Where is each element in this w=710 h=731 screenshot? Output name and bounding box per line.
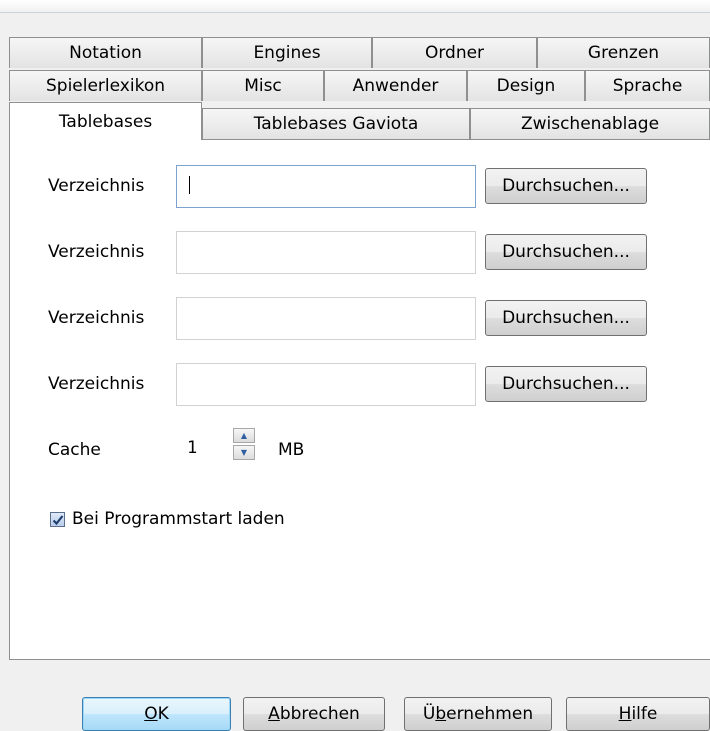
tab-anwender[interactable]: Anwender	[324, 70, 467, 101]
ok-button[interactable]: OK	[82, 697, 231, 731]
tab-sprache[interactable]: Sprache	[585, 70, 710, 101]
browse-button-4[interactable]: Durchsuchen...	[485, 366, 647, 402]
tab-design[interactable]: Design	[467, 70, 585, 101]
directory-input-4[interactable]	[176, 363, 476, 406]
tab-tablebases-gaviota[interactable]: Tablebases Gaviota	[202, 108, 470, 139]
apply-accelerator: b	[435, 704, 447, 724]
browse-button-2[interactable]: Durchsuchen...	[485, 234, 647, 270]
tab-spielerlexikon[interactable]: Spielerlexikon	[9, 70, 202, 101]
browse-button-1[interactable]: Durchsuchen...	[485, 168, 647, 204]
text-caret	[189, 176, 190, 194]
browse-button-3[interactable]: Durchsuchen...	[485, 300, 647, 336]
window-top-edge	[0, 0, 710, 13]
load-on-start-checkbox[interactable]	[50, 512, 65, 527]
apply-pre: Ü	[422, 704, 436, 724]
cache-value[interactable]: 1	[187, 438, 197, 458]
help-accelerator: H	[618, 704, 632, 724]
ok-accelerator: O	[144, 704, 158, 724]
apply-post: ernehmen	[446, 704, 534, 724]
tab-misc[interactable]: Misc	[202, 70, 324, 101]
directory-input-2[interactable]	[176, 231, 476, 274]
tab-notation[interactable]: Notation	[9, 37, 202, 68]
directory-label-1: Verzeichnis	[48, 176, 145, 196]
directory-input-3[interactable]	[176, 297, 476, 340]
directory-input-1[interactable]	[176, 165, 476, 208]
load-on-start-label[interactable]: Bei Programmstart laden	[72, 509, 285, 529]
tab-zwischenablage[interactable]: Zwischenablage	[470, 108, 710, 139]
help-post: ilfe	[631, 704, 658, 724]
cancel-accelerator: A	[268, 704, 280, 724]
tab-ordner[interactable]: Ordner	[372, 37, 537, 68]
tab-engines[interactable]: Engines	[202, 37, 372, 68]
apply-button[interactable]: Üb ernehmen	[404, 697, 552, 731]
spin-down-button[interactable]: ▼	[233, 445, 255, 460]
cache-unit: MB	[278, 440, 305, 460]
tab-grenzen[interactable]: Grenzen	[537, 37, 710, 68]
tab-tablebases[interactable]: Tablebases	[9, 102, 202, 140]
tablebases-panel: Verzeichnis Durchsuchen... Verzeichnis D…	[9, 139, 710, 660]
cache-label: Cache	[48, 440, 101, 460]
arrow-down-icon: ▼	[240, 448, 248, 457]
checkmark-icon	[52, 514, 63, 525]
directory-label-3: Verzeichnis	[48, 308, 145, 328]
cancel-button[interactable]: Abbrechen	[243, 697, 385, 731]
help-button[interactable]: Hilfe	[566, 697, 710, 731]
cancel-post: bbrechen	[279, 704, 360, 724]
ok-post: K	[157, 704, 169, 724]
directory-label-2: Verzeichnis	[48, 242, 145, 262]
spin-up-button[interactable]: ▲	[233, 428, 255, 443]
directory-label-4: Verzeichnis	[48, 374, 145, 394]
arrow-up-icon: ▲	[240, 431, 248, 440]
